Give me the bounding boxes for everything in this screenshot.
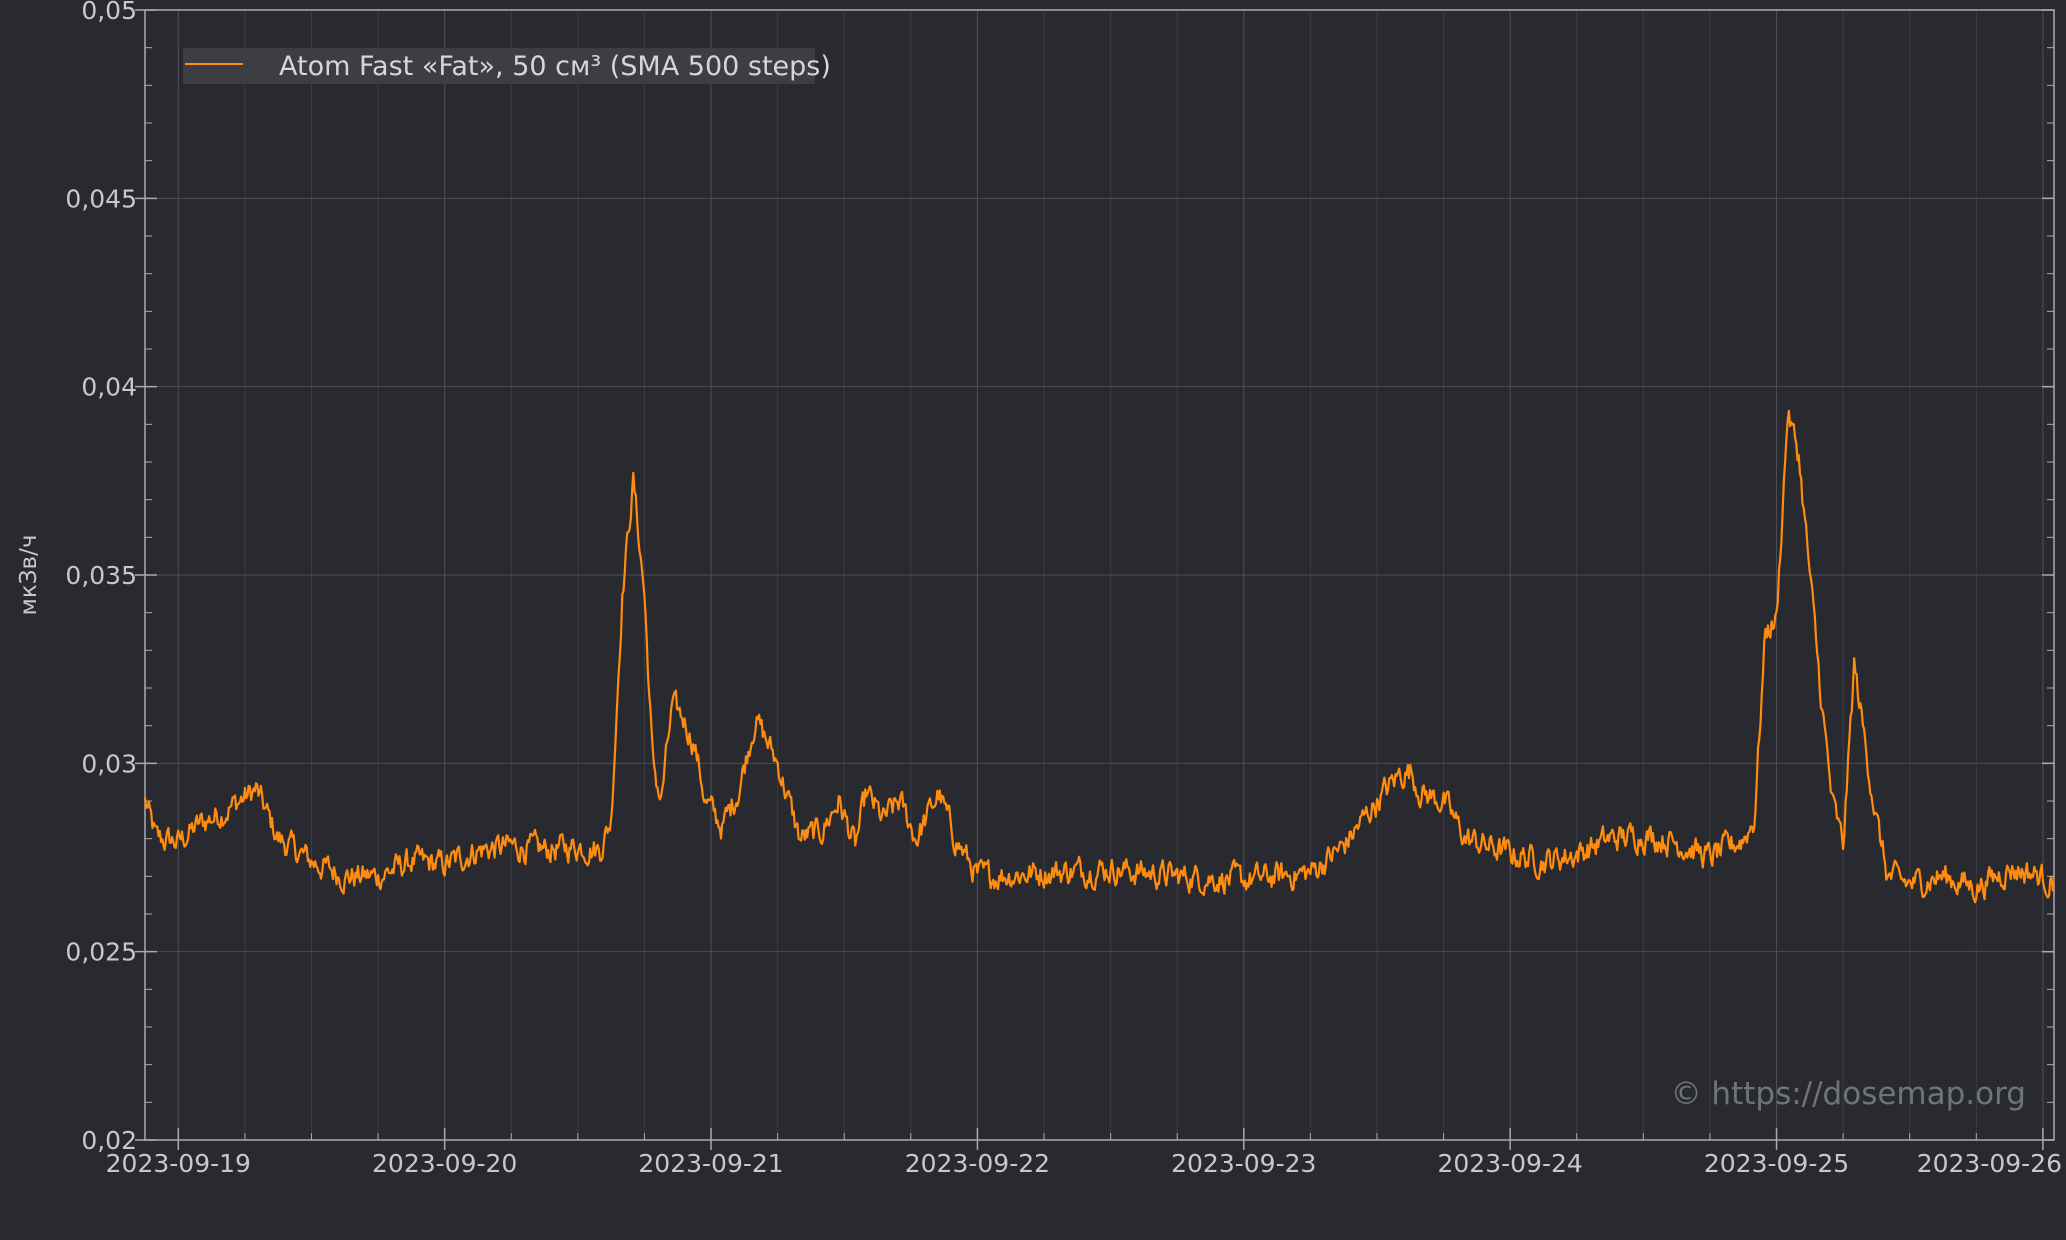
chart-figure: 0,020,0250,030,0350,040,0450,05 2023-09-… (0, 0, 2066, 1240)
y-axis-label: мкЗв/ч (16, 535, 42, 616)
x-tick-label: 2023-09-23 (1171, 1149, 1316, 1178)
x-tick-label: 2023-09-21 (638, 1149, 783, 1178)
legend-label: Atom Fast «Fat», 50 см³ (SMA 500 steps) (279, 51, 831, 82)
y-tick-label: 0,025 (65, 938, 137, 967)
y-tick-label: 0,03 (81, 749, 137, 778)
y-tick-label: 0,045 (65, 184, 137, 213)
x-tick-label: 2023-09-20 (372, 1149, 517, 1178)
watermark: © https://dosemap.org (1671, 1076, 2026, 1112)
figure-background (0, 0, 2066, 1240)
y-tick-label: 0,04 (81, 373, 137, 402)
y-tick-label: 0,05 (81, 0, 137, 25)
x-tick-label: 2023-09-26 (1917, 1149, 2062, 1178)
legend: Atom Fast «Fat», 50 см³ (SMA 500 steps) (183, 48, 831, 84)
x-tick-label: 2023-09-24 (1438, 1149, 1583, 1178)
x-tick-label: 2023-09-22 (905, 1149, 1050, 1178)
x-tick-label: 2023-09-25 (1704, 1149, 1849, 1178)
y-tick-label: 0,035 (65, 561, 137, 590)
x-tick-label: 2023-09-19 (106, 1149, 251, 1178)
